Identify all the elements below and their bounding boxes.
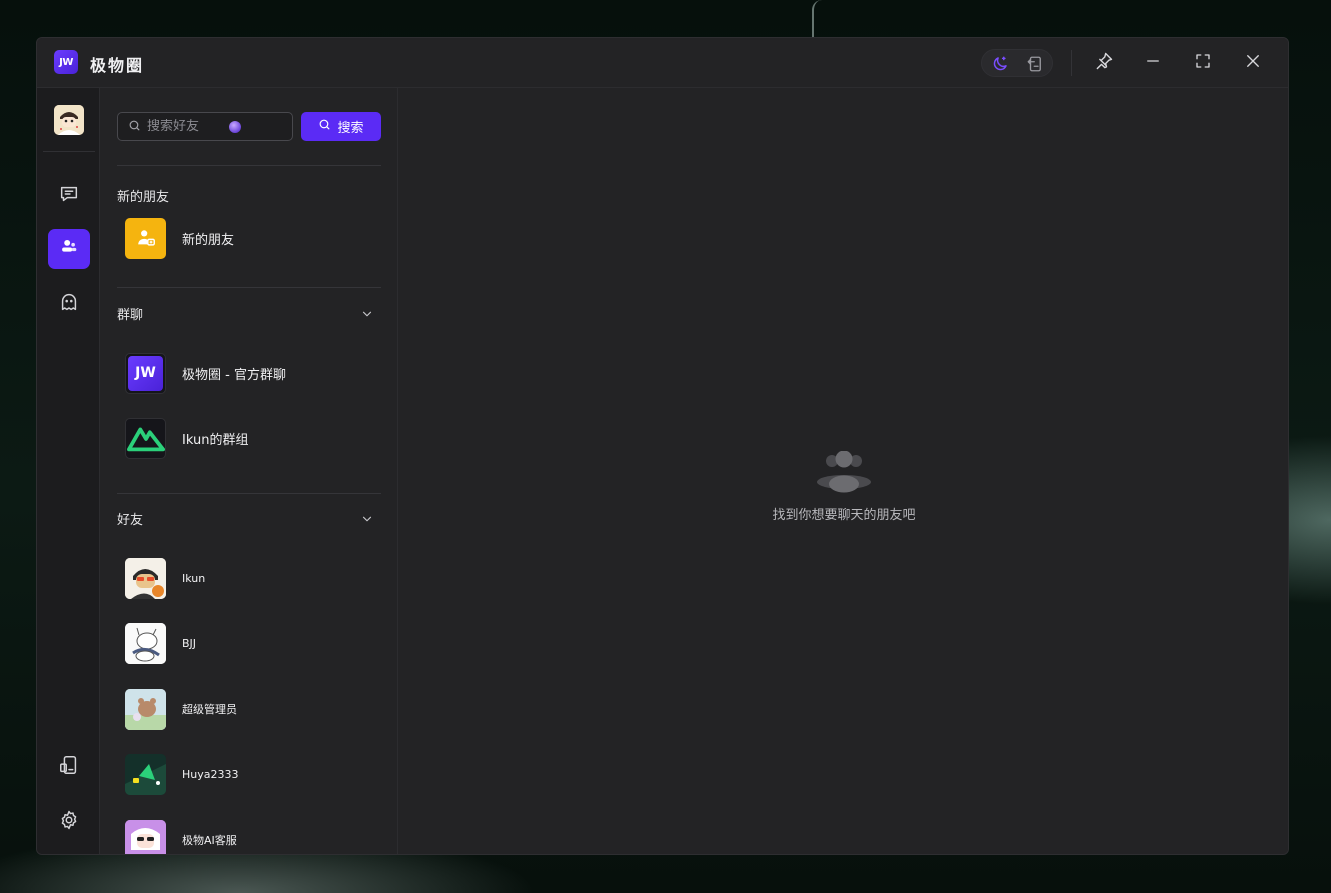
section-title-new-friends: 新的朋友 — [117, 190, 170, 205]
rail-contacts-button[interactable] — [48, 229, 90, 269]
pin-button[interactable] — [1092, 51, 1116, 75]
close-button[interactable] — [1241, 51, 1265, 75]
friend-item[interactable]: Huya2333 — [125, 752, 381, 796]
pin-icon — [1094, 51, 1114, 75]
friend-name: Huya2333 — [182, 767, 239, 781]
rail-divider — [43, 151, 95, 152]
group-item[interactable]: JW 极物圈 - 官方群聊 — [125, 351, 381, 395]
jw-logo: JW — [128, 355, 163, 391]
group-item[interactable]: Ikun的群组 — [125, 416, 381, 460]
friend-name: BJJ — [182, 636, 197, 650]
fullscreen-button[interactable] — [1191, 51, 1215, 75]
friend-avatar — [125, 753, 166, 795]
screen-icon[interactable] — [1026, 55, 1044, 73]
friend-name: Ikun — [182, 571, 206, 585]
contacts-panel: 搜索 新的朋友 新的朋友 群聊 JW 极物圈 - 官方群聊 Ikun的 — [101, 88, 398, 854]
divider — [117, 287, 381, 288]
divider — [117, 165, 381, 166]
minimize-icon — [1144, 52, 1162, 74]
group-avatar: JW — [125, 352, 166, 394]
main-content: 找到你想要聊天的朋友吧 — [398, 88, 1288, 854]
close-icon — [1244, 52, 1262, 74]
app-title: 极物圈 — [90, 56, 145, 75]
search-button[interactable]: 搜索 — [301, 112, 381, 141]
settings-icon — [58, 809, 80, 835]
search-icon — [128, 117, 141, 136]
emoji-icon — [229, 120, 241, 133]
chevron-down-icon[interactable] — [360, 511, 374, 525]
divider — [117, 493, 381, 494]
new-friends-label: 新的朋友 — [182, 232, 235, 248]
moon-icon[interactable] — [991, 55, 1009, 73]
section-title-friends: 好友 — [117, 513, 144, 528]
chat-icon — [58, 183, 80, 209]
people-icon — [816, 450, 872, 495]
app-window: JW 极物圈 搜索好友 搜索 新的朋友 新的朋友 群聊 JW 极物圈 - 官方群… — [36, 37, 1289, 855]
friend-name: 超级管理员 — [182, 703, 237, 716]
title-bar[interactable]: JW 极物圈 — [37, 38, 1288, 88]
new-friends-item[interactable]: 新的朋友 — [125, 216, 381, 260]
group-avatar — [125, 417, 166, 459]
device-icon — [58, 754, 80, 780]
friend-avatar — [125, 622, 166, 664]
theme-switch[interactable] — [981, 49, 1053, 77]
search-box[interactable] — [117, 112, 293, 141]
group-name: 极物圈 - 官方群聊 — [182, 367, 286, 383]
rail-ghost-button[interactable] — [48, 284, 90, 324]
rail-chat-button[interactable] — [48, 176, 90, 216]
fullscreen-icon — [1194, 52, 1212, 74]
app-logo: JW — [54, 50, 78, 74]
search-icon — [318, 118, 331, 135]
ghost-icon — [58, 291, 80, 317]
friend-name: 极物AI客服 — [182, 834, 237, 847]
friend-item[interactable]: Ikun — [125, 556, 381, 600]
chevron-down-icon[interactable] — [360, 306, 374, 320]
titlebar-separator — [1071, 50, 1072, 76]
user-avatar[interactable] — [54, 105, 84, 135]
contacts-icon — [58, 236, 80, 262]
empty-state-text: 找到你想要聊天的朋友吧 — [772, 508, 916, 523]
friend-item[interactable]: 超级管理员 — [125, 687, 381, 731]
group-name: Ikun的群组 — [182, 432, 249, 448]
nav-rail — [37, 88, 100, 854]
section-title-groups: 群聊 — [117, 308, 144, 323]
friend-avatar — [125, 557, 166, 599]
rail-settings-button[interactable] — [48, 802, 90, 842]
rail-device-button[interactable] — [48, 747, 90, 787]
friend-avatar — [125, 819, 166, 854]
search-input[interactable] — [147, 119, 227, 134]
nuxt-logo-icon — [126, 427, 165, 452]
new-friend-icon — [125, 217, 166, 259]
desktop-light-streak — [812, 0, 822, 40]
search-button-label: 搜索 — [337, 121, 364, 136]
friend-avatar — [125, 688, 166, 730]
minimize-button[interactable] — [1141, 51, 1165, 75]
friend-item[interactable]: 极物AI客服 — [125, 818, 381, 854]
friend-item[interactable]: BJJ — [125, 621, 381, 665]
